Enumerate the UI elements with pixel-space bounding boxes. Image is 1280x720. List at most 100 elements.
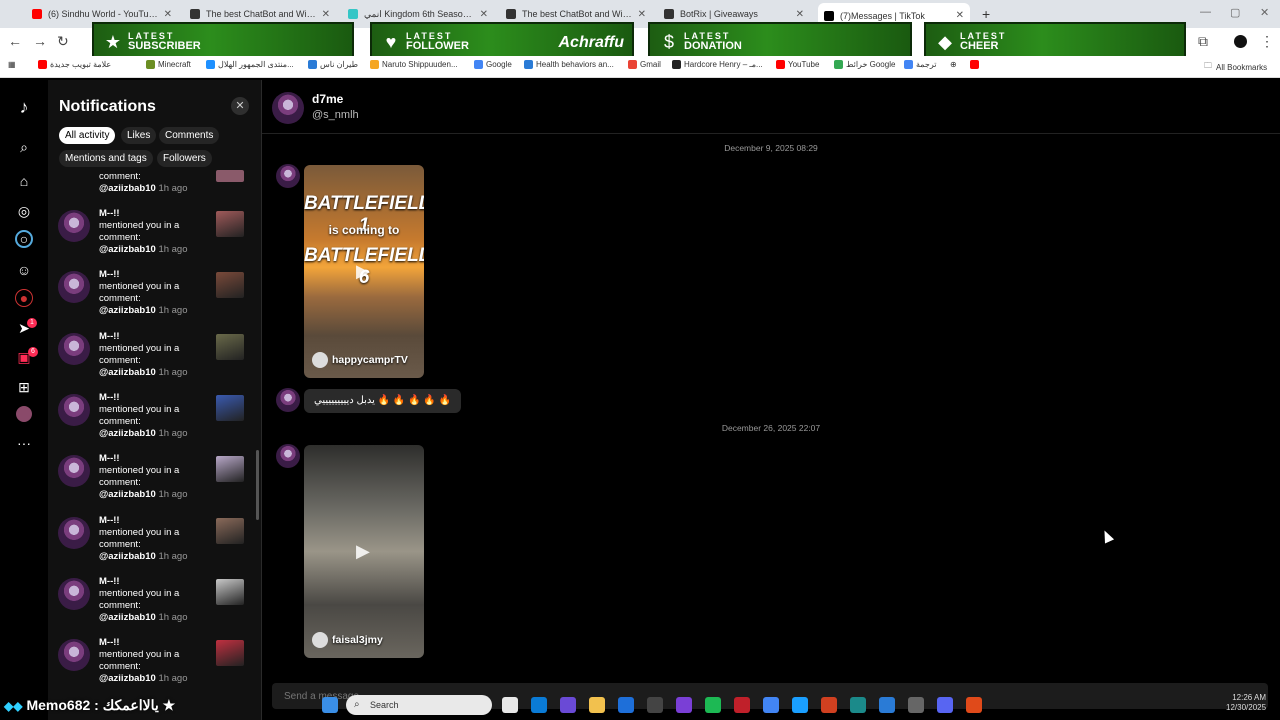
notifications-scrollbar[interactable] [256, 450, 259, 520]
video-thumbnail[interactable] [216, 456, 244, 483]
forward-icon[interactable]: → [33, 33, 47, 49]
bookmark-item[interactable]: طيران ناس [308, 60, 358, 69]
bookmark-item[interactable]: Gmail [628, 60, 661, 69]
close-window-icon[interactable]: ✕ [1260, 6, 1269, 19]
close-tab-icon[interactable]: ✕ [956, 10, 964, 21]
taskbar-app-icon[interactable] [908, 697, 924, 713]
taskbar-app-icon[interactable] [966, 697, 982, 713]
activity-icon[interactable]: ○ [15, 230, 33, 248]
youtube-bookmark-icon[interactable] [970, 60, 982, 69]
browser-tab[interactable]: (6) Sindhu World - YouTube ✕ [26, 4, 178, 24]
taskbar-app-icon[interactable] [531, 697, 547, 713]
avatar[interactable] [272, 92, 304, 124]
bookmark-item[interactable]: منتدى الجمهور الهلال... [206, 60, 294, 69]
browser-tab[interactable]: The best ChatBot and Widgets✕ [500, 4, 652, 24]
close-tab-icon[interactable]: ✕ [322, 9, 330, 20]
video-thumbnail[interactable] [216, 272, 244, 299]
apps-icon[interactable]: ▦ [8, 60, 16, 69]
browser-tab[interactable]: انمي Kingdom 6th Season الحلقة✕ [342, 4, 494, 24]
maximize-icon[interactable]: ▢ [1230, 6, 1240, 19]
more-icon[interactable]: ··· [14, 433, 34, 453]
list-item[interactable]: comment: @aziizbab10 1h ago [58, 170, 248, 200]
taskbar-app-icon[interactable] [879, 697, 895, 713]
video-thumbnail[interactable] [216, 578, 244, 605]
list-item[interactable]: M--!! mentioned you in a comment: @aziizbab… [58, 576, 248, 636]
back-icon[interactable]: ← [8, 33, 22, 49]
taskbar-app-icon[interactable] [502, 697, 518, 713]
upload-icon[interactable]: ⊞ [14, 377, 34, 397]
avatar[interactable] [58, 577, 90, 610]
filter-comments[interactable]: Comments [159, 127, 220, 144]
extensions-icon[interactable]: ⧉ [1198, 33, 1208, 50]
taskbar-search[interactable]: ⌕ Search [346, 695, 492, 715]
taskbar-app-icon[interactable] [850, 697, 866, 713]
list-item[interactable]: M--!! mentioned you in a comment: @aziizbab… [58, 269, 248, 329]
close-tab-icon[interactable]: ✕ [164, 9, 172, 20]
tiktok-logo-icon[interactable]: ♪ [14, 97, 34, 117]
filter-likes[interactable]: Likes [121, 127, 157, 144]
taskbar-app-icon[interactable] [734, 697, 750, 713]
taskbar-app-icon[interactable] [763, 697, 779, 713]
bookmark-item[interactable]: Hardcore Henry – مـ... [672, 60, 763, 69]
video-thumbnail[interactable] [216, 517, 244, 544]
bookmark-item[interactable]: YouTube [776, 60, 819, 69]
close-icon[interactable]: ✕ [231, 97, 249, 115]
bookmark-item[interactable]: علامة تبويب جديدة [38, 60, 111, 69]
video-thumbnail[interactable] [216, 333, 244, 360]
shared-video-card[interactable]: BATTLEFIELD 1 is coming to BATTLEFIELD 6… [304, 165, 424, 378]
list-item[interactable]: M--!! mentioned you in a comment: @aziizbab… [58, 453, 248, 513]
bookmark-item[interactable]: ترجمة [904, 60, 937, 69]
profile-avatar[interactable] [1234, 35, 1247, 48]
reload-icon[interactable]: ↻ [57, 33, 69, 50]
bookmark-item[interactable]: Naruto Shippuuden... [370, 60, 458, 69]
globe-icon[interactable]: ⊕ [950, 60, 957, 69]
menu-icon[interactable]: ⋮ [1260, 33, 1274, 50]
search-icon[interactable]: ⌕ [14, 137, 34, 157]
video-thumbnail[interactable] [216, 211, 244, 237]
avatar[interactable] [58, 455, 90, 488]
taskbar-app-icon[interactable] [821, 697, 837, 713]
video-thumbnail[interactable] [216, 640, 244, 667]
avatar[interactable] [58, 393, 90, 426]
windows-start-icon[interactable] [322, 697, 338, 713]
close-tab-icon[interactable]: ✕ [796, 9, 804, 20]
list-item[interactable]: M--!! mentioned you in a comment: @aziizbab… [58, 331, 248, 391]
taskbar-app-icon[interactable] [560, 697, 576, 713]
taskbar-app-icon[interactable] [937, 697, 953, 713]
taskbar-app-icon[interactable] [589, 697, 605, 713]
avatar[interactable] [58, 210, 90, 242]
home-icon[interactable]: ⌂ [14, 171, 34, 191]
taskbar-app-icon[interactable] [792, 697, 808, 713]
video-thumbnail[interactable] [216, 394, 244, 421]
filter-followers[interactable]: Followers [157, 150, 212, 167]
list-item[interactable]: M--!! mentioned you in a comment: @aziizbab… [58, 515, 248, 575]
list-item[interactable]: M--!! mentioned you in a comment: @aziizbab… [58, 208, 248, 268]
new-tab-button[interactable]: + [982, 6, 990, 22]
explore-icon[interactable]: ◎ [14, 201, 34, 221]
browser-tab[interactable]: The best ChatBot and Widgets✕ [184, 4, 336, 24]
filter-mentions[interactable]: Mentions and tags [59, 150, 153, 167]
shared-video-card[interactable]: ▶ faisal3jmy [304, 445, 424, 658]
taskbar-app-icon[interactable] [647, 697, 663, 713]
avatar[interactable] [58, 271, 90, 304]
avatar[interactable] [58, 639, 90, 672]
chat-name[interactable]: d7me [312, 92, 343, 106]
avatar[interactable] [58, 332, 90, 365]
profile-icon[interactable] [16, 406, 32, 422]
following-icon[interactable]: ☺ [14, 260, 34, 280]
live-icon[interactable]: ● [15, 289, 33, 307]
browser-tab[interactable]: BotRix | Giveaways ✕ [658, 4, 810, 24]
minimize-icon[interactable]: — [1200, 6, 1211, 18]
close-tab-icon[interactable]: ✕ [638, 9, 646, 20]
taskbar-app-icon[interactable] [676, 697, 692, 713]
avatar[interactable] [58, 516, 90, 549]
list-item[interactable]: M--!! mentioned you in a comment: @aziizbab… [58, 392, 248, 452]
bookmark-item[interactable]: Minecraft [146, 60, 191, 69]
filter-all-activity[interactable]: All activity [59, 127, 116, 144]
bookmark-item[interactable]: Google [474, 60, 512, 69]
all-bookmarks[interactable]: 🗀 All Bookmarks [1204, 60, 1267, 74]
bookmark-item[interactable]: Health behaviors an... [524, 60, 614, 69]
close-tab-icon[interactable]: ✕ [480, 9, 488, 20]
bookmark-item[interactable]: خرائط Google [834, 60, 895, 69]
list-item[interactable]: M--!! mentioned you in a comment: @aziizbab… [58, 637, 248, 697]
